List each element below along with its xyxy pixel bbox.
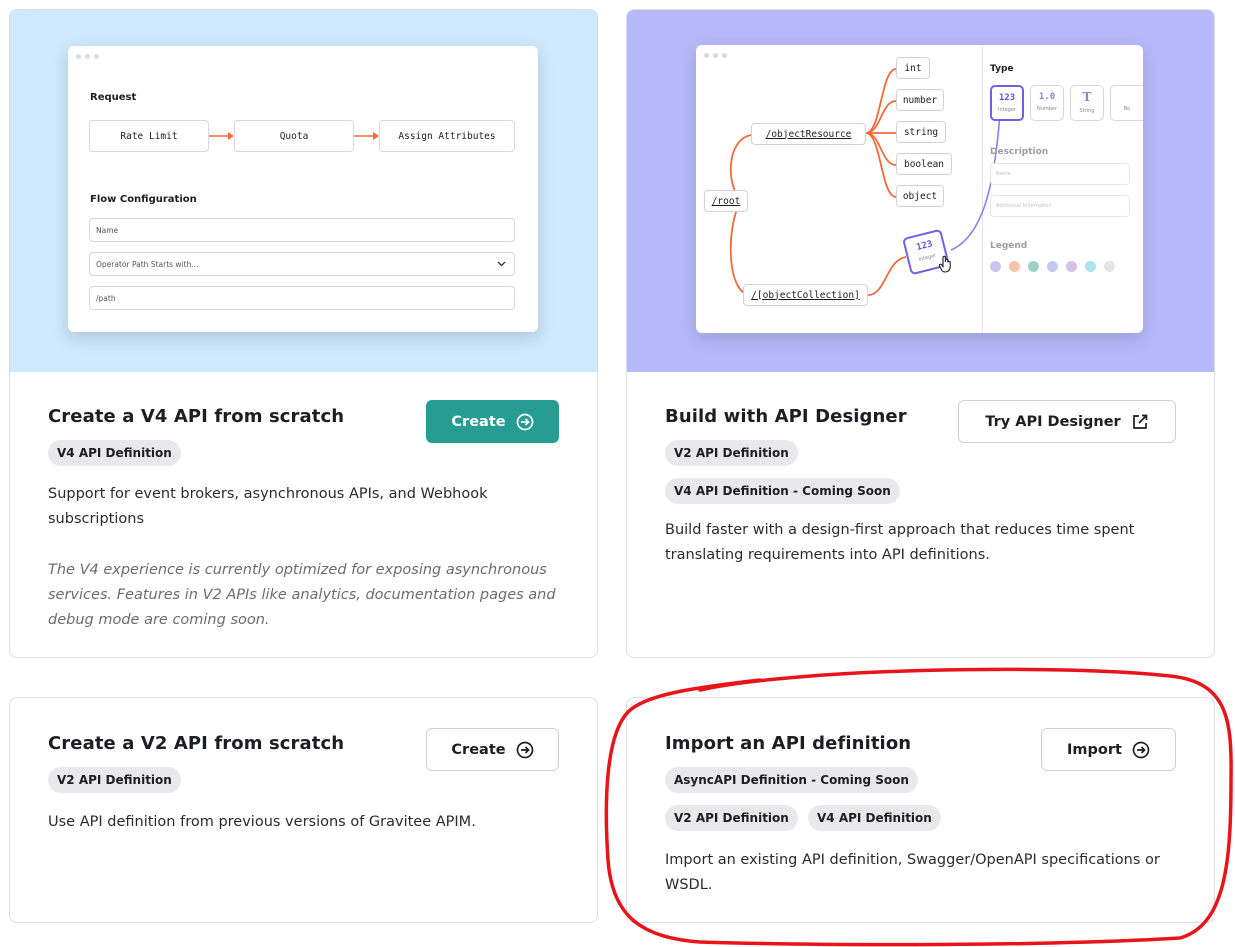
highlight-circle-annotation (604, 667, 1233, 947)
